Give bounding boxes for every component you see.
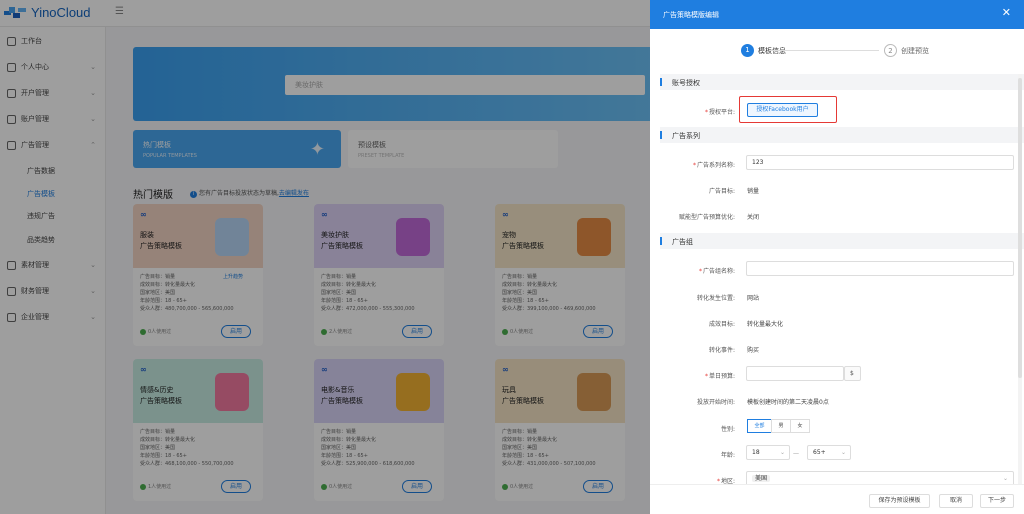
authorize-facebook-button[interactable]: 授权Facebook用户 <box>747 103 818 117</box>
age-label: 年龄: <box>720 452 735 459</box>
section-campaign: 广告系列 <box>660 127 1024 143</box>
save-as-preset-button[interactable]: 保存为预设模板 <box>869 494 930 508</box>
performance-goal-value: 转化量最大化 <box>747 321 784 328</box>
drawer-header: 广告策略模版编辑 ✕ <box>650 0 1024 29</box>
start-time-value: 模板创建时间的第二天凌晨0点 <box>747 399 829 406</box>
budget-optimization-label: 赋能型广告预算优化: <box>678 214 735 221</box>
gender-option-female[interactable]: 女 <box>790 419 810 433</box>
age-min-select[interactable]: 18 ⌄ <box>746 445 790 460</box>
currency-suffix: $ <box>844 366 861 381</box>
drawer-footer: 保存为预设模板 取消 下一步 <box>650 484 1024 514</box>
age-separator: — <box>793 450 799 457</box>
drawer-scrollbar[interactable] <box>1018 74 1022 484</box>
section-label: 账号授权 <box>672 79 700 87</box>
close-icon[interactable]: ✕ <box>1002 7 1011 18</box>
drawer-title: 广告策略模版编辑 <box>663 11 719 19</box>
template-edit-drawer: 广告策略模版编辑 ✕ 1 模板信息 2 创建预览 账号授权 *授权平台: 授权F… <box>650 0 1024 514</box>
gender-option-male[interactable]: 男 <box>771 419 791 433</box>
adset-name-input[interactable] <box>746 261 1014 276</box>
conversion-location-label: 转化发生位置: <box>696 295 735 302</box>
gender-option-all[interactable]: 全部 <box>747 419 772 433</box>
campaign-goal-label: 广告目标: <box>708 188 735 195</box>
chevron-down-icon: ⌄ <box>779 449 785 456</box>
chevron-down-icon: ⌄ <box>840 449 846 456</box>
region-tag: 美国 <box>752 475 771 482</box>
campaign-name-input[interactable]: 123 <box>746 155 1014 170</box>
step-number: 1 <box>741 44 754 57</box>
conversion-event-label: 转化事件: <box>708 347 735 354</box>
start-time-label: 投放开始时间: <box>696 399 735 406</box>
adset-name-label: *广告组名称: <box>698 268 735 275</box>
daily-budget-input[interactable] <box>746 366 844 381</box>
daily-budget-label: *单日预算: <box>704 373 735 380</box>
step-label: 创建预览 <box>901 46 929 55</box>
step-number: 2 <box>884 44 897 57</box>
step-connector <box>769 50 879 51</box>
performance-goal-label: 成效目标: <box>708 321 735 328</box>
cancel-button[interactable]: 取消 <box>939 494 973 508</box>
section-label: 广告组 <box>672 238 693 246</box>
section-label: 广告系列 <box>672 132 700 140</box>
next-step-button[interactable]: 下一步 <box>980 494 1014 508</box>
modal-overlay[interactable] <box>0 0 650 514</box>
step-indicator: 1 模板信息 2 创建预览 <box>650 29 1024 74</box>
section-adset: 广告组 <box>660 233 1024 249</box>
section-account-auth: 账号授权 <box>660 74 1024 90</box>
conversion-location-value: 网站 <box>747 295 760 302</box>
auth-platform-label: *授权平台: <box>704 109 735 116</box>
campaign-goal-value: 销量 <box>747 188 760 195</box>
gender-label: 性别: <box>720 426 735 433</box>
step-2: 2 创建预览 <box>884 44 929 57</box>
conversion-event-value: 购买 <box>747 347 760 354</box>
budget-optimization-value: 关闭 <box>747 214 760 221</box>
age-max-select[interactable]: 65+ ⌄ <box>807 445 851 460</box>
campaign-name-label: *广告系列名称: <box>692 162 735 169</box>
